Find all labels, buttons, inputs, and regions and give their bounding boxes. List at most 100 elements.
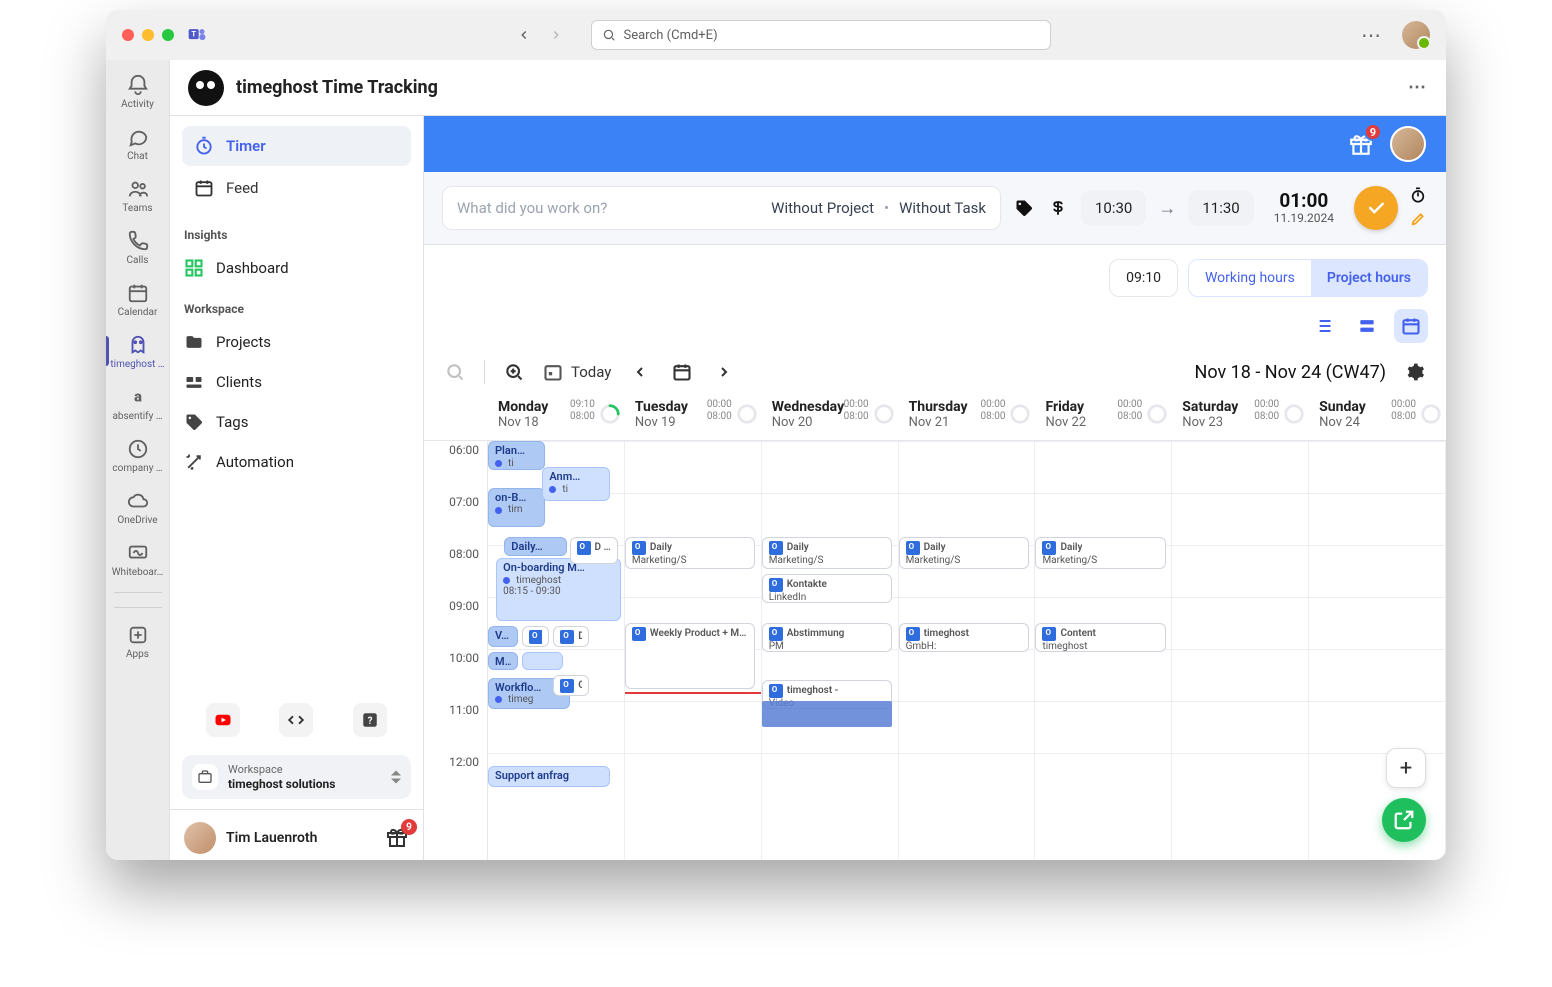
event[interactable]: V… (488, 626, 518, 647)
event[interactable]: D… (553, 626, 588, 647)
row-view[interactable] (1350, 309, 1384, 343)
rail-chat[interactable]: Chat (106, 118, 170, 168)
event[interactable]: O… (553, 675, 588, 696)
event[interactable] (522, 652, 563, 671)
nav-arrows (511, 24, 569, 46)
project-link[interactable]: Without Project (771, 199, 874, 217)
side-dashboard[interactable]: Dashboard (170, 248, 423, 288)
day-col-3[interactable]: DailyMarketing/S timeghostGmbH: (899, 441, 1036, 860)
main-panel: 9 What did you work on? Without Project … (424, 116, 1446, 860)
task-input[interactable]: What did you work on? Without Project • … (442, 186, 1001, 230)
rail-apps[interactable]: Apps (106, 616, 170, 666)
close-dot[interactable] (122, 29, 134, 41)
event[interactable]: DailyMarketing/S (762, 537, 892, 569)
day-col-0[interactable]: Plan…ti on-B…tim Daily… On-boarding M…timeg… (488, 441, 625, 860)
duration[interactable]: 01:00 11.19.2024 (1266, 189, 1342, 227)
side-tags[interactable]: Tags (170, 402, 423, 442)
submit-entry[interactable] (1354, 186, 1398, 230)
calendar-view[interactable] (1394, 309, 1428, 343)
zoom-dot[interactable] (162, 29, 174, 41)
billable-icon[interactable] (1047, 197, 1069, 219)
top-blue-band: 9 (424, 116, 1446, 172)
top-gift-badge: 9 (1364, 123, 1382, 141)
working-hours-tab[interactable]: Working hours (1189, 260, 1311, 296)
day-col-2[interactable]: DailyMarketing/S KontakteLinkedIn Abstim… (762, 441, 899, 860)
titlebar-ellipsis[interactable]: ⋯ (1353, 19, 1390, 51)
calendar-days[interactable]: Plan…ti on-B…tim Daily… On-boarding M…timeg… (488, 441, 1446, 860)
project-hours-tab[interactable]: Project hours (1311, 260, 1427, 296)
side-automation[interactable]: Automation (170, 442, 423, 482)
event[interactable]: KontakteLinkedIn (762, 574, 892, 603)
cal-next[interactable] (711, 359, 737, 385)
zoom-cal[interactable] (501, 359, 527, 385)
list-view[interactable] (1306, 309, 1340, 343)
workspace-card[interactable]: Workspace timeghost solutions (182, 755, 411, 799)
event[interactable]: DailyMarketing/S (899, 537, 1029, 569)
day-col-4[interactable]: DailyMarketing/S Contenttimeghost (1035, 441, 1172, 860)
user-avatar[interactable] (184, 822, 216, 854)
nav-back[interactable] (511, 24, 537, 46)
rail-whiteboar[interactable]: Whiteboar… (106, 534, 170, 584)
day-header-3: ThursdayNov 2100:0008:00 (899, 393, 1036, 440)
rail-activity[interactable]: Activity (106, 66, 170, 116)
rail-company[interactable]: company … (106, 430, 170, 480)
help-button[interactable]: ? (353, 703, 387, 737)
header-more[interactable]: ⋯ (1408, 77, 1428, 98)
rail-calls[interactable]: Calls (106, 222, 170, 272)
cal-prev[interactable] (627, 359, 653, 385)
today-button[interactable]: Today (543, 359, 611, 385)
event[interactable]: timeghostGmbH: (899, 623, 1029, 652)
event[interactable]: AbstimmungPM (762, 623, 892, 652)
day-header-6: SundayNov 2400:0008:00 (1309, 393, 1446, 440)
rail-onedrive[interactable]: OneDrive (106, 482, 170, 532)
rail-teams[interactable]: Teams (106, 170, 170, 220)
event[interactable]: on-B…tim (488, 488, 545, 528)
settings-gear[interactable] (1402, 359, 1428, 385)
day-col-6[interactable] (1309, 441, 1446, 860)
side-projects[interactable]: Projects (170, 322, 423, 362)
day-col-1[interactable]: DailyMarketing/S Weekly Product + Market… (625, 441, 762, 860)
minimize-dot[interactable] (142, 29, 154, 41)
task-link[interactable]: Without Task (899, 199, 986, 217)
edit-icon[interactable] (1410, 211, 1428, 229)
search-input[interactable]: Search (Cmd+E) (591, 20, 1051, 50)
side-timer[interactable]: Timer (182, 126, 411, 166)
start-time[interactable]: 10:30 (1081, 190, 1146, 226)
top-gift[interactable]: 9 (1348, 131, 1374, 157)
side-feed[interactable]: Feed (182, 168, 411, 208)
event[interactable]: On-boarding M…timeghost08:15 - 09:30 (496, 558, 621, 621)
side-clients[interactable]: Clients (170, 362, 423, 402)
search-cal[interactable] (442, 359, 468, 385)
balance-pill[interactable]: 09:10 (1109, 259, 1178, 297)
nav-forward[interactable] (543, 24, 569, 46)
rail-timeghost[interactable]: timeghost … (106, 326, 170, 376)
event[interactable]: Daily… (504, 537, 566, 556)
panel-avatar[interactable] (1390, 126, 1426, 162)
event[interactable]: M… (488, 652, 518, 671)
selection-block[interactable] (762, 701, 892, 727)
event[interactable]: Weekly Product + Marketing (625, 623, 755, 689)
start-timer-fab[interactable] (1382, 798, 1426, 842)
event[interactable]: Plan…ti (488, 441, 545, 470)
rail-absentify[interactable]: aabsentify … (106, 378, 170, 428)
add-button[interactable]: + (1386, 748, 1426, 788)
rail-calendar[interactable]: Calendar (106, 274, 170, 324)
event[interactable]: Anm…ti (542, 467, 610, 501)
date-picker[interactable] (669, 359, 695, 385)
youtube-button[interactable] (206, 703, 240, 737)
event[interactable]: DailyMarketing/S (625, 537, 755, 569)
tag-icon[interactable] (1013, 197, 1035, 219)
view-toggles (424, 303, 1446, 349)
day-col-5[interactable] (1172, 441, 1309, 860)
end-time[interactable]: 11:30 (1188, 190, 1253, 226)
workspace-updown[interactable] (391, 771, 401, 784)
event[interactable]: D ail (570, 537, 619, 564)
profile-avatar[interactable] (1402, 21, 1430, 49)
code-button[interactable] (279, 703, 313, 737)
event[interactable]: Contenttimeghost (1035, 623, 1165, 652)
user-gift[interactable]: 9 (385, 825, 411, 851)
event[interactable]: Support anfrag (488, 766, 610, 787)
event[interactable] (522, 626, 549, 647)
stopwatch-icon[interactable] (1410, 187, 1428, 205)
event[interactable]: DailyMarketing/S (1035, 537, 1165, 569)
